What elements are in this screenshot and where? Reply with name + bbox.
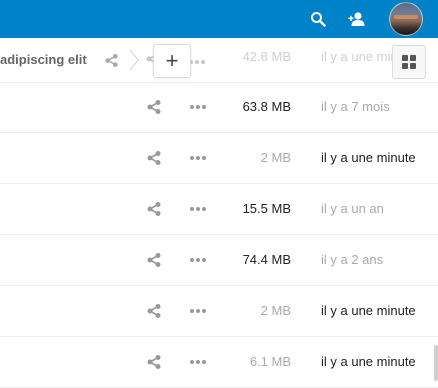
file-size: 74.4 MB: [242, 252, 291, 267]
more-icon[interactable]: [188, 100, 208, 114]
grid-view-icon[interactable]: [392, 45, 426, 79]
share-icon[interactable]: [145, 201, 163, 217]
file-row[interactable]: 15.5 MB il y a un an: [0, 184, 438, 235]
share-icon[interactable]: [103, 52, 119, 68]
share-icon[interactable]: [145, 150, 163, 166]
file-modified: il y a un an: [321, 201, 384, 216]
more-icon[interactable]: [188, 202, 208, 216]
file-size: 15.5 MB: [242, 201, 291, 216]
controls-bar: 42.8 MB il y a une minute adipiscing eli…: [0, 38, 438, 83]
file-row[interactable]: 74.4 MB il y a 2 ans: [0, 235, 438, 286]
new-file-button[interactable]: +: [153, 44, 191, 78]
file-size: 42.8 MB: [242, 49, 291, 64]
file-modified: il y a 2 ans: [321, 252, 384, 267]
share-icon[interactable]: [145, 252, 163, 268]
more-icon[interactable]: [188, 355, 208, 369]
file-modified: il y a une minute: [321, 150, 416, 165]
file-size: 63.8 MB: [242, 99, 291, 114]
file-modified: il y a une minute: [321, 303, 416, 318]
more-icon[interactable]: [188, 253, 208, 267]
file-size: 2 MB: [260, 303, 291, 318]
contacts-icon[interactable]: [346, 8, 368, 30]
file-modified: il y a 7 mois: [321, 99, 390, 114]
file-row[interactable]: 6.1 MB il y a une minute: [0, 337, 438, 388]
share-icon[interactable]: [145, 99, 163, 115]
file-row[interactable]: 2 MB il y a une minute: [0, 286, 438, 337]
share-icon[interactable]: [145, 303, 163, 319]
file-modified: il y a une minute: [321, 354, 416, 369]
user-avatar[interactable]: [389, 2, 423, 36]
file-row[interactable]: 63.8 MB il y a 7 mois: [0, 82, 438, 133]
share-icon[interactable]: [145, 354, 163, 370]
chevron-right-icon: [128, 48, 140, 72]
breadcrumb-folder[interactable]: adipiscing elit: [0, 52, 87, 67]
app-header: [0, 0, 438, 38]
search-icon[interactable]: [307, 8, 329, 30]
file-size: 6.1 MB: [249, 354, 291, 369]
more-icon[interactable]: [188, 304, 208, 318]
more-icon[interactable]: [188, 151, 208, 165]
file-row[interactable]: 2 MB il y a une minute: [0, 133, 438, 184]
file-size: 2 MB: [260, 150, 291, 165]
more-icon: [188, 52, 208, 66]
scrollbar[interactable]: [434, 345, 438, 381]
